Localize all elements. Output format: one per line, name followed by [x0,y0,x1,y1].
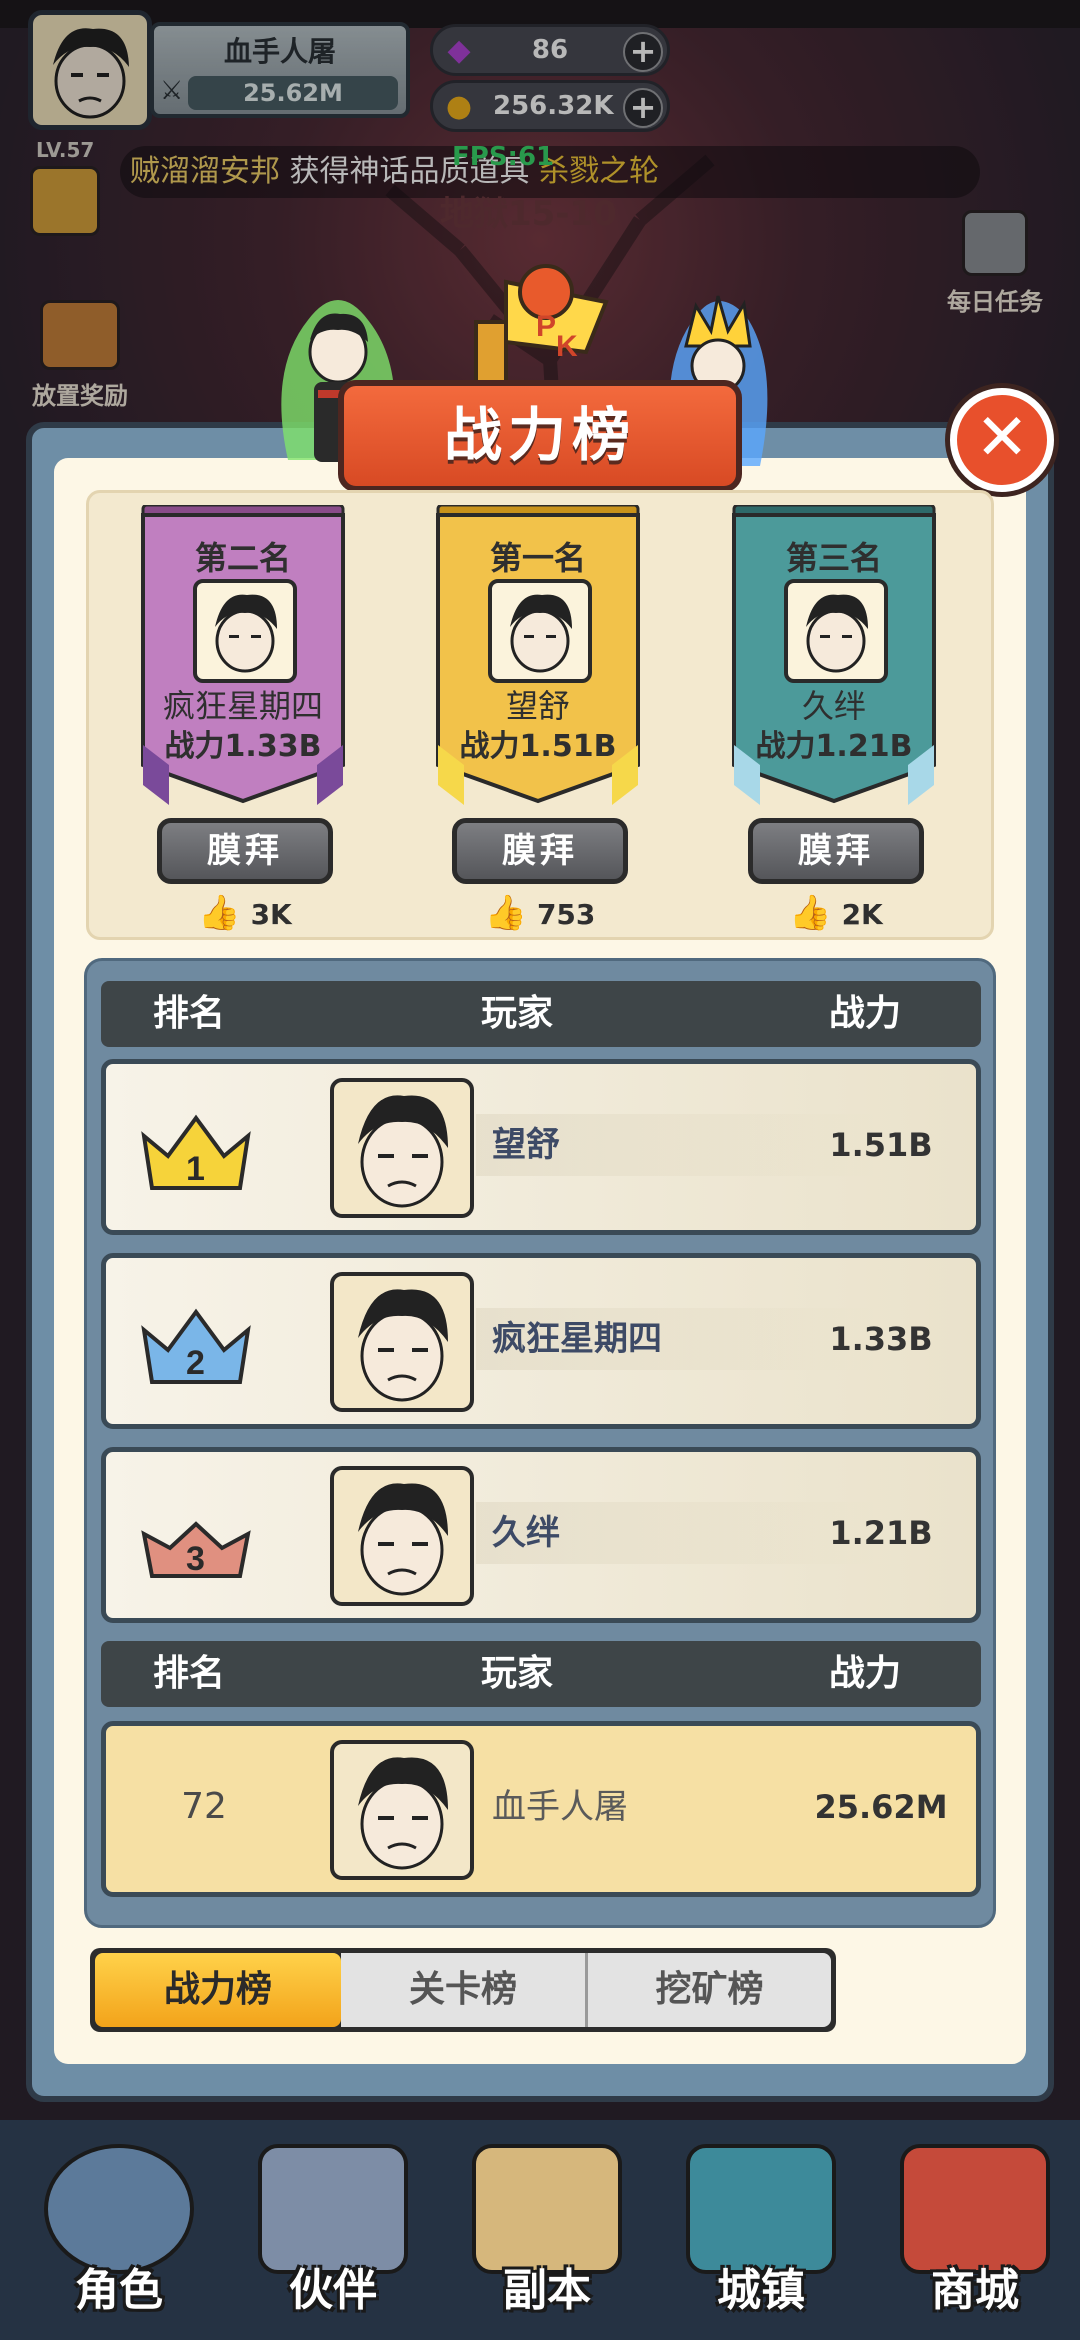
nav-label: 伙伴 [289,2265,377,2316]
likes-count: 753 [536,898,596,931]
thumbs-up-icon: 👍 [198,893,241,933]
ranking-list: 排名 玩家 战力 1 望舒 1.51B 2 疯狂星期四 1.33B 3 久绊 1… [84,958,996,1928]
worship-button-first[interactable]: 膜拜 [452,818,628,884]
likes-count: 3K [250,898,292,931]
nav-label: 商城 [931,2265,1019,2316]
tab-power[interactable]: 战力榜 [95,1953,341,2027]
my-player-power: 25.62M [814,1788,948,1826]
rank-number: 1 [186,1150,205,1188]
player-face-icon [358,1483,448,1596]
row-player-power: 1.21B [829,1514,933,1552]
thumbs-up-icon: 👍 [789,893,832,933]
player-face-icon [510,594,572,673]
podium-first[interactable]: 第一名 望舒 战力1.51B [424,505,652,805]
bronze-crown-icon: 3 [141,1521,251,1578]
header-power: 战力 [829,1653,902,1694]
my-rank-number: 72 [181,1786,227,1827]
silver-crown-icon: 2 [141,1308,251,1384]
player-face-icon [806,594,868,673]
likes-first: 👍 753 [452,893,628,933]
tab-mining[interactable]: 挖矿榜 [585,1953,831,2027]
ranking-list-header: 排名 玩家 战力 [101,981,981,1047]
table-row[interactable]: 3 久绊 1.21B [101,1447,981,1623]
header-power: 战力 [829,993,902,1034]
podium-avatar [784,579,888,683]
svg-text:K: K [556,330,578,363]
player-face-icon [358,1289,448,1402]
podium-third[interactable]: 第三名 久绊 战力1.21B [720,505,948,805]
leaderboard-tabs: 战力榜 关卡榜 挖矿榜 [90,1948,836,2032]
likes-count: 2K [841,898,883,931]
nav-shop[interactable]: 商城 [880,2144,1070,2324]
podium-avatar [488,579,592,683]
podium-player-power: 战力1.51B [459,729,617,764]
podium-second[interactable]: 第二名 疯狂星期四 战力1.33B [129,505,357,805]
nav-label: 角色 [75,2265,163,2316]
likes-second: 👍 3K [157,893,333,933]
thumbs-up-icon: 👍 [484,893,527,933]
close-button[interactable]: ✕ [950,388,1054,492]
player-face-icon [358,1757,448,1870]
my-rank-header: 排名 玩家 战力 [101,1641,981,1707]
podium-place-label: 第二名 [194,539,291,577]
nav-partners[interactable]: 伙伴 [238,2144,428,2324]
rank-number: 2 [186,1344,205,1382]
likes-third: 👍 2K [748,893,924,933]
tab-stage[interactable]: 关卡榜 [341,1953,585,2027]
row-player-power: 1.51B [829,1126,933,1164]
worship-button-second[interactable]: 膜拜 [157,818,333,884]
leaderboard-title: 战力榜 [338,380,742,492]
row-avatar [330,1078,474,1218]
player-face-icon [215,594,277,673]
header-rank: 排名 [153,993,226,1034]
nav-label: 城镇 [717,2265,805,2316]
podium-player-power: 战力1.21B [755,729,913,764]
worship-button-third[interactable]: 膜拜 [748,818,924,884]
header-player: 玩家 [481,1653,554,1694]
gold-crown-icon: 1 [141,1114,251,1190]
close-icon: ✕ [975,401,1029,475]
header-player: 玩家 [481,993,554,1034]
table-row[interactable]: 1 望舒 1.51B [101,1059,981,1235]
nav-dungeon[interactable]: 副本 [452,2144,642,2324]
row-avatar [330,1272,474,1412]
header-rank: 排名 [153,1653,226,1694]
podium-place-label: 第一名 [489,539,586,577]
podium-player-power: 战力1.33B [164,729,322,764]
row-avatar [330,1466,474,1606]
nav-character[interactable]: 角色 [24,2144,214,2324]
player-face-icon [358,1095,448,1208]
podium-place-label: 第三名 [785,539,882,577]
row-avatar [330,1740,474,1880]
rank-number: 3 [186,1540,205,1578]
nav-town[interactable]: 城镇 [666,2144,856,2324]
table-row[interactable]: 2 疯狂星期四 1.33B [101,1253,981,1429]
svg-text:P: P [536,310,556,343]
row-player-power: 1.33B [829,1320,933,1358]
nav-label: 副本 [503,2265,591,2316]
bottom-nav: 角色 伙伴 副本 城镇 商城 [0,2120,1080,2340]
my-rank-row[interactable]: 72 血手人屠 25.62M [101,1721,981,1897]
podium-avatar [193,579,297,683]
top-three-podium: 第二名 疯狂星期四 战力1.33B 第一名 望舒 战力1.51B 第三名 久绊 … [86,490,994,940]
